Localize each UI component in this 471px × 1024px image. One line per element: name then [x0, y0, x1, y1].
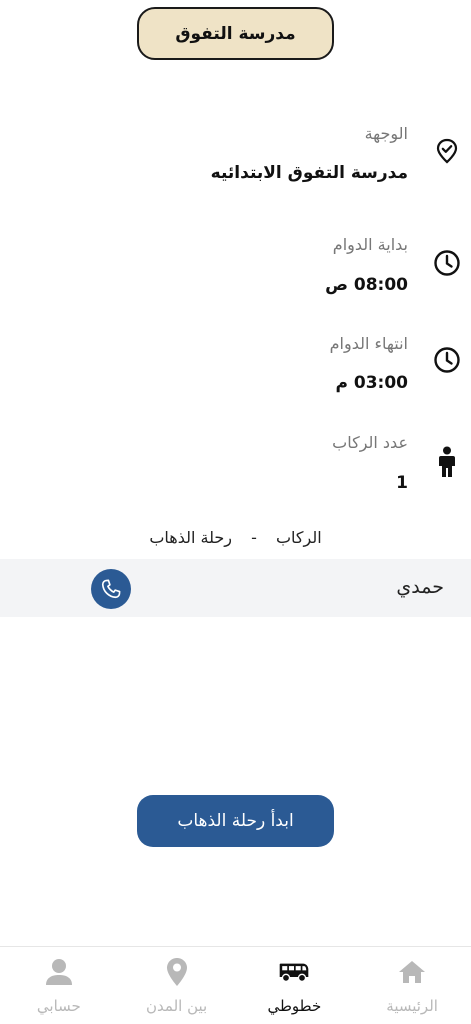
start-trip-label: ابدأ رحلة الذهاب [177, 811, 294, 831]
end-time-label: انتهاء الدوام [329, 334, 408, 353]
start-time-value: 08:00 ص [325, 275, 408, 295]
riders-heading: الركاب [275, 528, 322, 547]
location-check-icon [433, 137, 461, 165]
home-icon [396, 957, 428, 987]
trip-type-heading: رحلة الذهاب [149, 528, 232, 547]
clock-icon [433, 346, 461, 374]
nav-item-my-account[interactable]: حسابي [0, 947, 118, 1024]
bus-icon [278, 957, 310, 987]
riders-count-value: 1 [396, 473, 408, 493]
phone-icon [100, 578, 122, 600]
destination-label: الوجهة [364, 124, 408, 143]
heading-separator: - [251, 528, 257, 547]
destination-value: مدرسة التفوق الابتدائيه [210, 163, 408, 183]
nav-item-home[interactable]: الرئيسية [353, 947, 471, 1024]
person-icon [433, 446, 461, 478]
school-title-badge: مدرسة التفوق [137, 7, 334, 60]
nav-label-intercity: بين المدن [146, 997, 208, 1015]
riders-count-label: عدد الركاب [332, 433, 408, 452]
nav-label-my-account: حسابي [36, 997, 81, 1015]
passengers-section-header: الركاب - رحلة الذهاب [0, 528, 471, 547]
call-passenger-button[interactable] [91, 569, 131, 609]
passenger-name: حمدي [396, 576, 444, 598]
school-title: مدرسة التفوق [175, 23, 296, 44]
nav-label-home: الرئيسية [386, 997, 438, 1015]
nav-label-my-routes: خطوطي [267, 997, 322, 1015]
user-icon [43, 957, 75, 987]
clock-icon [433, 249, 461, 277]
map-pin-icon [161, 957, 193, 987]
end-time-value: 03:00 م [335, 373, 408, 393]
nav-item-my-routes[interactable]: خطوطي [236, 947, 354, 1024]
start-trip-button[interactable]: ابدأ رحلة الذهاب [137, 795, 334, 847]
passenger-list-item[interactable]: حمدي [0, 559, 471, 617]
nav-item-intercity[interactable]: بين المدن [118, 947, 236, 1024]
bottom-nav: حسابي بين المدن خطوطي الرئيسية [0, 946, 471, 1024]
start-time-label: بداية الدوام [332, 235, 408, 254]
